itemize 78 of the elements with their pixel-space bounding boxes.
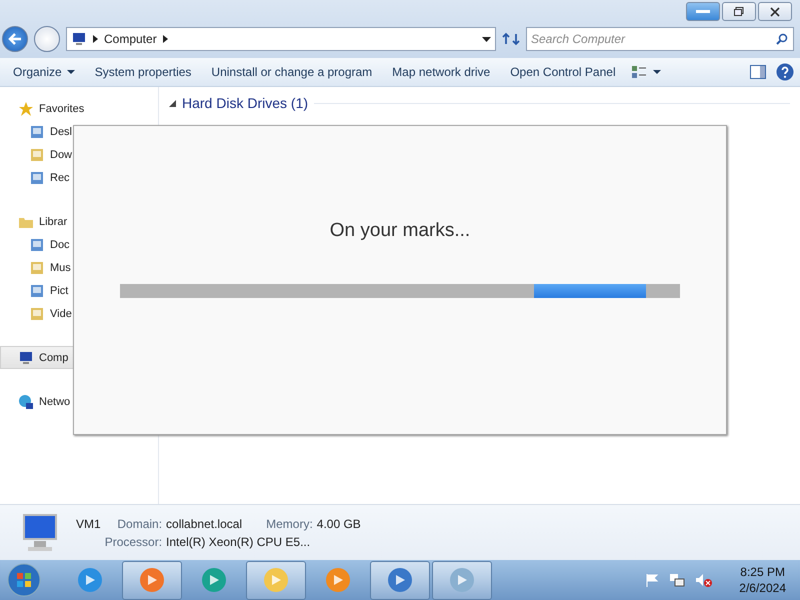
sidebar-label: Dow [50, 148, 72, 160]
sidebar-label: Desl [50, 126, 72, 138]
sidebar-label: Rec [50, 172, 70, 184]
date: 2/6/2024 [739, 581, 786, 595]
preview-pane-icon[interactable] [750, 65, 766, 79]
taskbar-button[interactable] [370, 560, 430, 600]
file-icon [29, 146, 45, 162]
field-value: collabnet.local [166, 516, 242, 530]
flag-icon[interactable] [645, 573, 660, 587]
computer-icon [18, 350, 34, 366]
file-icon [29, 260, 45, 276]
sidebar-item[interactable]: Netwo [0, 390, 158, 413]
sidebar-item[interactable]: Favorites [0, 97, 158, 120]
caret-icon [66, 70, 75, 74]
minimize-button[interactable] [686, 2, 720, 21]
taskbar-button[interactable] [246, 560, 306, 600]
sidebar-label: Vide [50, 308, 72, 320]
minimize-icon [696, 10, 710, 14]
sidebar-item[interactable]: Dow [0, 143, 158, 166]
breadcrumb[interactable]: Computer [104, 32, 157, 46]
computer-name: VM1 [76, 516, 101, 530]
close-button[interactable] [758, 2, 792, 21]
sidebar-item[interactable]: Librar [0, 210, 158, 233]
sidebar-item[interactable]: Vide [0, 302, 158, 325]
time: 8:25 PM [740, 565, 785, 579]
restore-button[interactable] [722, 2, 756, 21]
sidebar-item[interactable]: Rec [0, 166, 158, 189]
field-value: Intel(R) Xeon(R) CPU E5... [166, 534, 310, 548]
field-label: Domain: [116, 516, 162, 530]
taskbar-button[interactable] [432, 560, 492, 600]
sidebar-label: Librar [39, 216, 68, 228]
field-label: Memory: [266, 516, 313, 530]
toolbar-button[interactable]: Map network drive [387, 62, 496, 82]
close-icon [770, 6, 780, 16]
clock[interactable]: 8:25 PM 2/6/2024 [739, 565, 786, 595]
dropdown-icon[interactable] [482, 36, 491, 42]
sidebar-item[interactable]: Desl [0, 120, 158, 143]
toolbar-button[interactable]: System properties [90, 62, 196, 82]
view-icon[interactable] [630, 65, 661, 79]
star-icon [18, 100, 34, 116]
collapse-icon[interactable] [169, 100, 176, 106]
dialog-message: On your marks... [330, 220, 470, 242]
help-icon[interactable] [776, 63, 794, 81]
address-bar[interactable]: Computer [66, 27, 496, 51]
section-title: Hard Disk Drives (1) [182, 95, 308, 111]
sidebar-item[interactable]: Mus [0, 256, 158, 279]
sidebar-label: Comp [39, 352, 68, 364]
back-button[interactable] [2, 26, 28, 52]
back-arrow-icon [8, 33, 22, 45]
sidebar-item[interactable]: Doc [0, 233, 158, 256]
file-icon [29, 236, 45, 252]
sidebar-label: Pict [50, 284, 68, 296]
sidebar-label: Doc [50, 238, 70, 250]
file-icon [29, 170, 45, 186]
chevron-icon [93, 35, 98, 43]
restore-icon [734, 7, 744, 16]
forward-button[interactable] [34, 26, 60, 52]
field-label: Processor: [104, 534, 162, 548]
computer-icon [71, 32, 87, 46]
refresh-icon[interactable] [502, 31, 520, 47]
toolbar-button[interactable]: Organize [8, 62, 80, 82]
sidebar-label: Mus [50, 262, 71, 274]
sidebar-label: Favorites [39, 102, 84, 114]
file-icon [29, 124, 45, 140]
file-icon [29, 282, 45, 298]
field-value: 4.00 GB [316, 516, 361, 530]
play-icon [324, 566, 352, 594]
search-icon[interactable] [776, 33, 788, 45]
sidebar-label: Netwo [39, 396, 70, 408]
taskbar-button[interactable] [122, 560, 182, 600]
sidebar-item[interactable]: Pict [0, 279, 158, 302]
toolbar-button[interactable]: Uninstall or change a program [206, 62, 378, 82]
file-icon [29, 306, 45, 322]
chevron-icon [162, 35, 168, 43]
toolbar-button[interactable]: Open Control Panel [505, 62, 621, 82]
network-icon[interactable] [669, 573, 686, 587]
search-field[interactable]: Search Computer [526, 27, 794, 51]
speaker-muted-icon[interactable] [695, 573, 714, 587]
